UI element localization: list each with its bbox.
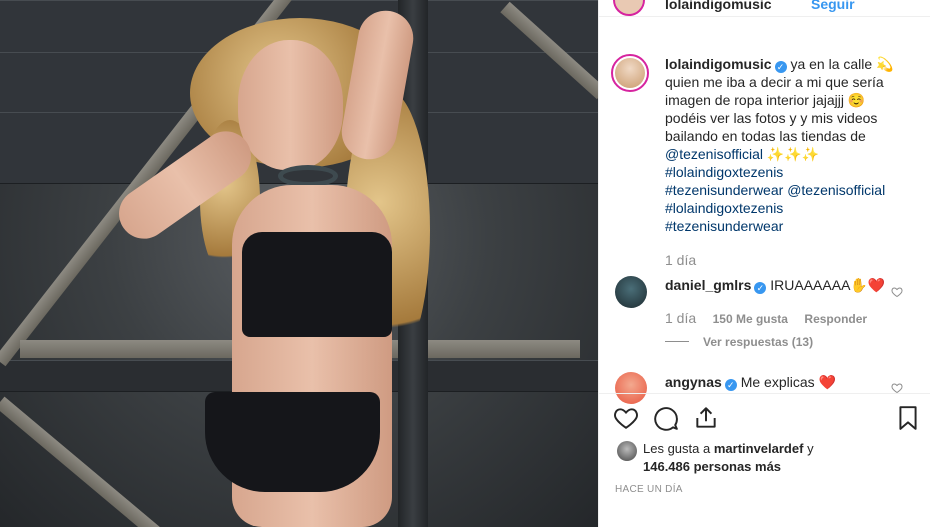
action-bar: Les gusta a martinvelardef y 146.486 per…: [599, 393, 930, 528]
comment-avatar[interactable]: [615, 276, 647, 308]
comment-username[interactable]: angynas: [665, 374, 722, 390]
comment-username[interactable]: daniel_gmlrs: [665, 277, 751, 293]
post-timestamp[interactable]: HACE UN DÍA: [615, 484, 683, 495]
hashtag-link[interactable]: #tezenisunderwear: [665, 218, 783, 234]
follow-button[interactable]: Seguir: [811, 0, 855, 12]
verified-icon: ✓: [774, 61, 787, 73]
liker-username[interactable]: martinvelardef: [714, 441, 804, 456]
view-replies[interactable]: Ver respuestas (13): [665, 333, 813, 351]
verified-icon: ✓: [754, 282, 767, 294]
hashtag-link[interactable]: #lolaindigoxtezenis: [665, 164, 783, 180]
comment-text: IRUAAAAAA✋❤️: [770, 277, 886, 293]
post-caption: lolaindigomusic ✓ ya en la calle 💫 quien …: [665, 55, 910, 235]
comment-likes[interactable]: 150 Me gusta: [713, 312, 788, 326]
comment-meta: 1 día 150 Me gusta Responder: [665, 310, 867, 328]
heart-icon[interactable]: [891, 286, 903, 298]
post-photo[interactable]: [0, 0, 598, 527]
comment-time[interactable]: 1 día: [665, 310, 696, 326]
wood-beam: [0, 396, 166, 527]
mention-link[interactable]: @tezenisofficial: [665, 146, 763, 162]
mention-link[interactable]: @tezenisofficial: [787, 182, 885, 198]
bottom-garment: [205, 392, 380, 492]
author-avatar[interactable]: [613, 0, 645, 16]
face: [238, 40, 343, 170]
bra-top: [242, 232, 392, 337]
verified-icon: ✓: [724, 379, 737, 391]
share-icon[interactable]: [693, 405, 719, 431]
likes-summary: Les gusta a martinvelardef y 146.486 per…: [643, 440, 913, 476]
caption-username[interactable]: lolaindigomusic: [665, 56, 772, 72]
caption-avatar[interactable]: [611, 54, 649, 92]
bookmark-icon[interactable]: [895, 405, 921, 431]
comment-text: Me explicas ❤️: [740, 374, 836, 390]
reply-button[interactable]: Responder: [804, 312, 867, 326]
author-username[interactable]: lolaindigomusic: [665, 0, 772, 12]
heart-icon[interactable]: [613, 405, 639, 431]
view-replies-label[interactable]: Ver respuestas (13): [703, 335, 813, 349]
hashtag-link[interactable]: #tezenisunderwear: [665, 182, 783, 198]
likes-count[interactable]: 146.486 personas más: [643, 459, 781, 474]
caption-sparkles: ✨✨✨: [766, 146, 820, 162]
likes-joiner: y: [807, 441, 814, 456]
post-header: lolaindigomusic Seguir: [599, 0, 930, 17]
replies-line: [665, 341, 689, 343]
caption-time[interactable]: 1 día: [665, 252, 696, 268]
necklace: [278, 165, 338, 187]
comment-item: daniel_gmlrs ✓ IRUAAAAAA✋❤️: [665, 277, 885, 294]
hashtag-link[interactable]: #lolaindigoxtezenis: [665, 200, 783, 216]
comment-icon[interactable]: [653, 405, 679, 431]
comment-item: angynas ✓ Me explicas ❤️: [665, 374, 836, 391]
comments-panel: lolaindigomusic Seguir lolaindigomusic ✓ …: [598, 0, 930, 527]
liker-avatar[interactable]: [617, 441, 637, 461]
likes-prefix: Les gusta a: [643, 441, 711, 456]
